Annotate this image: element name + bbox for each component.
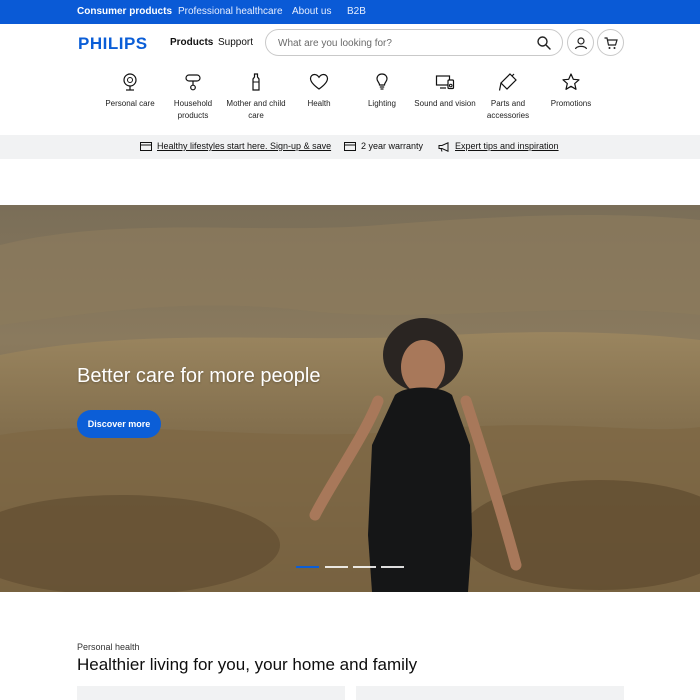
carousel-dot-1[interactable] [296, 566, 319, 568]
card-icon [344, 142, 356, 153]
usp-warranty: 2 year warranty [344, 141, 423, 151]
category-sound-vision[interactable]: Sound and vision [412, 68, 478, 110]
carousel-indicators [296, 566, 406, 570]
category-label: Mother and child care [226, 99, 286, 120]
carousel-dot-4[interactable] [381, 566, 404, 568]
shaver-icon [120, 72, 140, 92]
usp-signup-label[interactable]: Healthy lifestyles start here. Sign-up &… [140, 141, 331, 151]
search-input[interactable] [278, 35, 518, 51]
category-label: Parts and accessories [486, 99, 530, 120]
topbar-link-professional-healthcare[interactable]: Professional healthcare [178, 6, 283, 17]
heart-icon [309, 72, 329, 92]
category-mother-child-care[interactable]: Mother and child care [223, 68, 289, 122]
category-health[interactable]: Health [286, 68, 352, 110]
usp-band: Healthy lifestyles start here. Sign-up &… [0, 135, 700, 159]
category-label: Promotions [550, 99, 592, 108]
section-kicker: Personal health [77, 642, 140, 652]
category-label: Sound and vision [414, 99, 476, 108]
category-personal-care[interactable]: Personal care [97, 68, 163, 110]
top-bar: Consumer products Professional healthcar… [0, 0, 700, 24]
content-card[interactable] [356, 686, 624, 700]
tv-speaker-icon [435, 72, 455, 92]
search-box [265, 29, 563, 56]
header: PHILIPS Products Support [0, 24, 700, 62]
megaphone-icon [438, 142, 450, 154]
philips-logo[interactable]: PHILIPS [78, 34, 148, 54]
account-button[interactable] [567, 29, 594, 56]
section-title: Healthier living for you, your home and … [77, 655, 418, 674]
nav-products[interactable]: Products [170, 37, 213, 48]
carousel-dot-3[interactable] [353, 566, 376, 568]
category-parts-accessories[interactable]: Parts and accessories [475, 68, 541, 122]
carousel-dot-2[interactable] [325, 566, 348, 568]
topbar-link-about-us[interactable]: About us [292, 6, 331, 17]
category-household-products[interactable]: Household products [160, 68, 226, 122]
bottle-icon [246, 72, 266, 92]
cart-button[interactable] [597, 29, 624, 56]
category-label: Health [307, 99, 331, 108]
category-lighting[interactable]: Lighting [349, 68, 415, 110]
accessory-icon [498, 72, 518, 92]
topbar-link-b2b[interactable]: B2B [347, 6, 366, 17]
topbar-link-consumer-products[interactable]: Consumer products [77, 6, 172, 17]
search-icon[interactable] [536, 35, 552, 51]
hero-carousel: Better care for more people Discover mor… [0, 205, 700, 592]
category-label: Personal care [105, 99, 155, 108]
hero-title: Better care for more people [77, 365, 321, 387]
content-card[interactable] [77, 686, 345, 700]
usp-signup[interactable]: Healthy lifestyles start here. Sign-up &… [140, 141, 331, 151]
discover-more-button[interactable]: Discover more [77, 410, 161, 438]
card-icon [140, 142, 152, 153]
nav-support[interactable]: Support [218, 37, 253, 48]
category-label: Household products [173, 99, 213, 120]
category-label: Lighting [367, 99, 397, 108]
category-nav: Personal care Household products Mother … [0, 68, 700, 132]
iron-icon [183, 72, 203, 92]
usp-expert-tips[interactable]: Expert tips and inspiration [438, 141, 559, 154]
usp-expert-tips-label[interactable]: Expert tips and inspiration [438, 141, 559, 151]
star-icon [561, 72, 581, 92]
bulb-icon [372, 72, 392, 92]
hero-image [0, 205, 700, 592]
category-promotions[interactable]: Promotions [538, 68, 604, 110]
